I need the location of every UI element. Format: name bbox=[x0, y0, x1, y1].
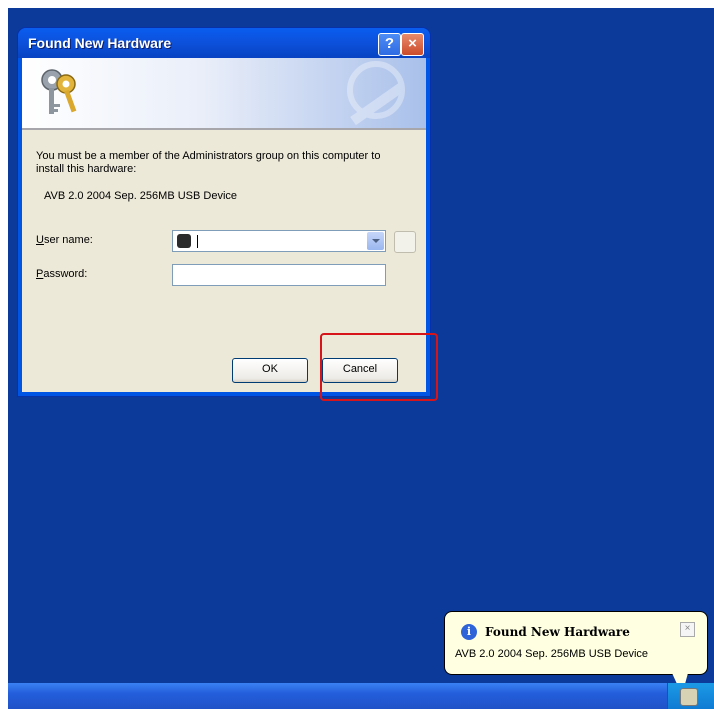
dialog-banner bbox=[22, 58, 426, 128]
username-combo[interactable] bbox=[172, 230, 386, 252]
username-label-accel: U bbox=[36, 234, 44, 246]
browse-users-button[interactable] bbox=[394, 231, 416, 253]
balloon-title: Found New Hardware bbox=[485, 625, 630, 639]
password-label-rest: assword: bbox=[43, 268, 88, 280]
keys-icon bbox=[41, 69, 77, 114]
dialog-titlebar[interactable]: Found New Hardware ? × bbox=[18, 28, 430, 58]
user-icon bbox=[177, 234, 191, 248]
tray-hardware-icon[interactable] bbox=[680, 688, 698, 706]
info-icon: i bbox=[461, 624, 477, 640]
ok-button[interactable]: OK bbox=[232, 358, 308, 383]
balloon-message: AVB 2.0 2004 Sep. 256MB USB Device bbox=[455, 648, 649, 660]
password-label: Password: bbox=[36, 268, 87, 280]
banner-art bbox=[347, 61, 406, 126]
username-label: User name: bbox=[36, 234, 93, 246]
device-name: AVB 2.0 2004 Sep. 256MB USB Device bbox=[44, 190, 238, 202]
banner-divider bbox=[22, 128, 426, 130]
dialog-title: Found New Hardware bbox=[28, 35, 172, 51]
help-icon: ? bbox=[384, 35, 395, 52]
close-button[interactable]: × bbox=[401, 33, 424, 56]
username-label-rest: ser name: bbox=[43, 234, 93, 246]
system-tray bbox=[667, 683, 714, 709]
taskbar bbox=[8, 683, 714, 709]
username-dropdown-button[interactable] bbox=[367, 232, 384, 250]
help-button[interactable]: ? bbox=[378, 33, 401, 56]
permission-message: You must be a member of the Administrato… bbox=[36, 150, 381, 175]
balloon-close-icon[interactable]: × bbox=[680, 622, 695, 637]
password-field[interactable] bbox=[172, 264, 386, 286]
close-icon: × bbox=[408, 35, 417, 52]
notification-balloon[interactable]: i Found New Hardware × AVB 2.0 2004 Sep.… bbox=[444, 611, 708, 675]
desktop: Found New Hardware ? × You must be a mem… bbox=[8, 8, 714, 709]
text-caret bbox=[197, 235, 198, 248]
dropdown-arrow-icon bbox=[372, 239, 380, 243]
cancel-highlight-box bbox=[320, 333, 438, 401]
